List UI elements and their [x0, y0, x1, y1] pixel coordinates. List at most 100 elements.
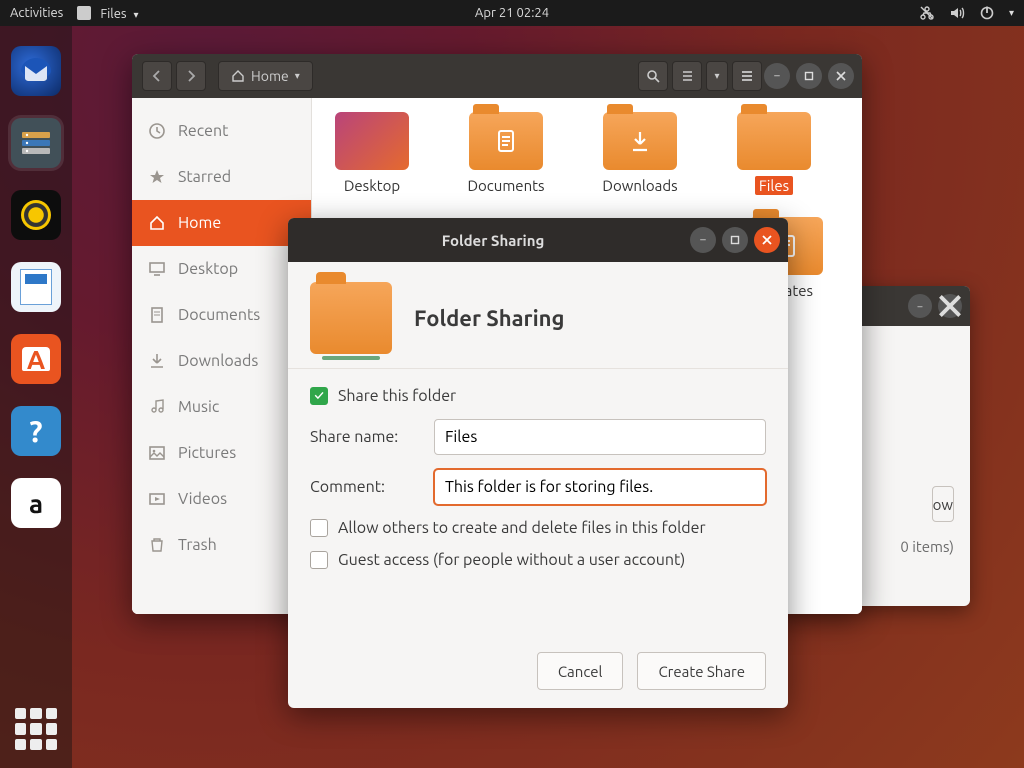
sidebar-item-recent[interactable]: Recent: [132, 108, 311, 154]
dock-app-amazon[interactable]: a: [11, 478, 61, 528]
sidebar-item-label: Documents: [178, 306, 260, 324]
nav-forward-button[interactable]: [176, 61, 206, 91]
folder-item[interactable]: Documents: [456, 112, 556, 195]
sidebar-item-label: Pictures: [178, 444, 236, 462]
home-icon: [231, 69, 245, 83]
folder-label: Documents: [463, 176, 548, 195]
sidebar-item-label: Recent: [178, 122, 228, 140]
gnome-top-bar: Activities Files Apr 21 02:24 ▾: [0, 0, 1024, 26]
files-icon: [77, 6, 91, 20]
bgwin-partial-button[interactable]: ow: [932, 486, 954, 522]
create-share-button[interactable]: Create Share: [637, 652, 766, 690]
sidebar-item-home[interactable]: Home: [132, 200, 311, 246]
dock-app-thunderbird[interactable]: [11, 46, 61, 96]
share-this-folder-label: Share this folder: [338, 387, 456, 405]
picture-icon: [148, 444, 166, 462]
folder-icon: [469, 112, 543, 170]
dialog-header: Folder Sharing: [288, 262, 788, 369]
dialog-close-button[interactable]: [754, 227, 780, 253]
share-this-folder-checkbox[interactable]: Share this folder: [310, 387, 766, 405]
allow-others-label: Allow others to create and delete files …: [338, 519, 706, 537]
bgwin-status-text: 0 items): [900, 538, 954, 555]
files-minimize-button[interactable]: –: [764, 63, 790, 89]
comment-input[interactable]: [434, 469, 766, 505]
search-icon: [646, 69, 660, 83]
path-bar-home[interactable]: Home ▾: [218, 61, 313, 91]
bgwin-minimize-button[interactable]: –: [908, 294, 932, 318]
cancel-button-label: Cancel: [558, 663, 603, 680]
dock-app-ubuntu-software[interactable]: [11, 334, 61, 384]
bgwin-close-button[interactable]: [938, 294, 962, 318]
trash-icon: [148, 536, 166, 554]
view-list-button[interactable]: [672, 61, 702, 91]
topbar-clock[interactable]: Apr 21 02:24: [475, 6, 549, 20]
share-name-input[interactable]: [434, 419, 766, 455]
sidebar-item-documents[interactable]: Documents: [132, 292, 311, 338]
dialog-title: Folder Sharing: [296, 232, 690, 249]
video-icon: [148, 490, 166, 508]
volume-icon[interactable]: [949, 5, 965, 21]
folder-sharing-dialog: Folder Sharing – Folder Sharing Share th…: [288, 218, 788, 708]
sidebar-item-label: Downloads: [178, 352, 258, 370]
files-close-button[interactable]: [828, 63, 854, 89]
dialog-heading: Folder Sharing: [414, 306, 565, 331]
clock-icon: [148, 122, 166, 140]
show-applications-button[interactable]: [15, 708, 57, 750]
folder-icon: [335, 112, 409, 170]
sidebar-item-starred[interactable]: Starred: [132, 154, 311, 200]
sidebar-item-desktop[interactable]: Desktop: [132, 246, 311, 292]
dialog-titlebar[interactable]: Folder Sharing –: [288, 218, 788, 262]
app-menu-label: Files: [100, 7, 126, 21]
sidebar-item-pictures[interactable]: Pictures: [132, 430, 311, 476]
folder-label: Downloads: [598, 176, 681, 195]
files-maximize-button[interactable]: [796, 63, 822, 89]
app-menu[interactable]: Files: [77, 6, 138, 21]
sidebar-item-label: Trash: [178, 536, 217, 554]
shared-folder-icon: [310, 282, 392, 354]
hamburger-menu-button[interactable]: [732, 61, 762, 91]
view-options-button[interactable]: ▾: [706, 61, 728, 91]
folder-item[interactable]: Downloads: [590, 112, 690, 195]
sidebar-item-trash[interactable]: Trash: [132, 522, 311, 568]
folder-item[interactable]: Desktop: [322, 112, 422, 195]
files-headerbar: Home ▾ ▾ –: [132, 54, 862, 98]
folder-label: Desktop: [340, 176, 404, 195]
dock-app-help[interactable]: ?: [11, 406, 61, 456]
star-icon: [148, 168, 166, 186]
guest-access-checkbox[interactable]: Guest access (for people without a user …: [310, 551, 766, 569]
sidebar-item-music[interactable]: Music: [132, 384, 311, 430]
sidebar-item-label: Starred: [178, 168, 231, 186]
chevron-down-icon[interactable]: ▾: [1009, 7, 1014, 19]
doc-icon: [148, 306, 166, 324]
folder-item[interactable]: Files: [724, 112, 824, 195]
sidebar-item-label: Home: [178, 214, 221, 232]
desktop-icon: [148, 260, 166, 278]
sidebar-item-label: Desktop: [178, 260, 238, 278]
nav-back-button[interactable]: [142, 61, 172, 91]
folder-label: Files: [755, 176, 793, 195]
checkbox-icon: [310, 519, 328, 537]
sidebar-item-downloads[interactable]: Downloads: [132, 338, 311, 384]
power-icon[interactable]: [979, 5, 995, 21]
sidebar-item-videos[interactable]: Videos: [132, 476, 311, 522]
dock-app-rhythmbox[interactable]: [11, 190, 61, 240]
dialog-minimize-button[interactable]: –: [690, 227, 716, 253]
create-share-button-label: Create Share: [658, 663, 745, 680]
dialog-maximize-button[interactable]: [722, 227, 748, 253]
allow-others-checkbox[interactable]: Allow others to create and delete files …: [310, 519, 766, 537]
share-name-label: Share name:: [310, 428, 420, 446]
download-icon: [148, 352, 166, 370]
checkbox-icon: [310, 551, 328, 569]
checkbox-icon: [310, 387, 328, 405]
activities-button[interactable]: Activities: [10, 6, 63, 20]
sidebar-item-label: Videos: [178, 490, 227, 508]
network-icon[interactable]: [919, 5, 935, 21]
cancel-button[interactable]: Cancel: [537, 652, 624, 690]
dock-app-libreoffice-writer[interactable]: [11, 262, 61, 312]
files-sidebar: Recent Starred Home Desktop Documents Downloa…: [132, 98, 312, 614]
dock-app-files[interactable]: [11, 118, 61, 168]
guest-access-label: Guest access (for people without a user …: [338, 551, 685, 569]
folder-icon: [603, 112, 677, 170]
search-button[interactable]: [638, 61, 668, 91]
path-bar-label: Home: [251, 68, 289, 84]
